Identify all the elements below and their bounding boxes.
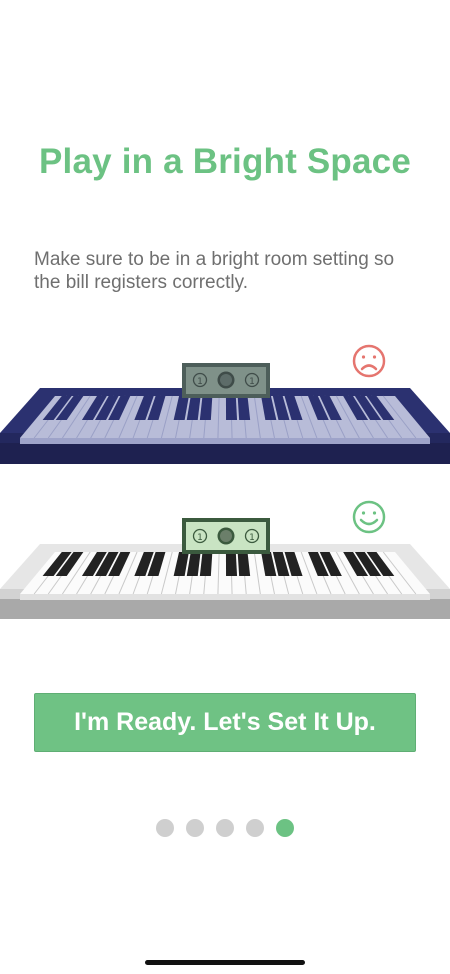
dollar-bill-icon: 1 1	[182, 363, 270, 398]
pagination-dot[interactable]	[216, 819, 234, 837]
svg-text:1: 1	[197, 377, 203, 387]
dark-room-keyboard-illustration: 1 1	[0, 344, 450, 464]
black-key	[225, 552, 238, 576]
dollar-bill-icon: 1 1	[182, 518, 270, 554]
keyboard-base	[0, 443, 450, 464]
happy-face-icon	[352, 500, 386, 534]
home-indicator	[145, 960, 305, 965]
svg-text:1: 1	[197, 533, 203, 543]
page-description: Make sure to be in a bright room setting…	[34, 249, 395, 293]
keyboard-base	[0, 599, 450, 619]
pagination-dot[interactable]	[156, 819, 174, 837]
bright-room-keyboard-illustration: 1 1	[0, 500, 450, 619]
svg-text:1: 1	[249, 377, 255, 387]
pagination-dots	[0, 819, 450, 837]
sad-face-icon	[352, 344, 386, 378]
pagination-dot[interactable]	[276, 819, 294, 837]
black-key	[225, 396, 238, 420]
pagination-dot[interactable]	[246, 819, 264, 837]
svg-text:1: 1	[249, 533, 255, 543]
ready-setup-button[interactable]: I'm Ready. Let's Set It Up.	[34, 693, 416, 752]
page-title: Play in a Bright Space	[38, 142, 412, 181]
pagination-dot[interactable]	[186, 819, 204, 837]
